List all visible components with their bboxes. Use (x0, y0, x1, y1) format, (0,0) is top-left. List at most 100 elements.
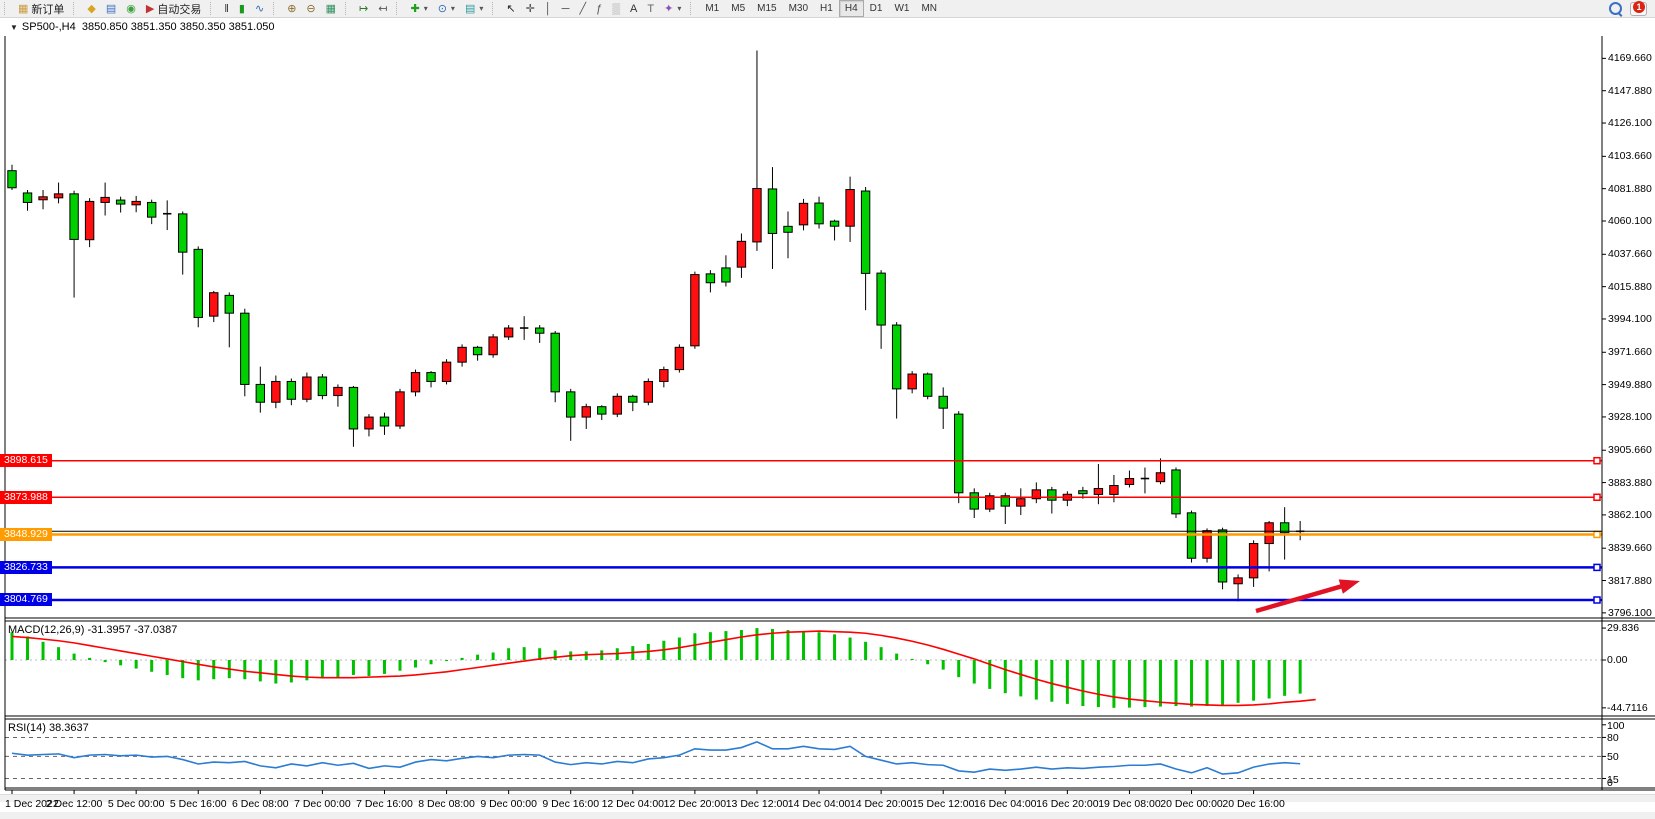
toolbar-button-label: 新订单 (31, 1, 64, 17)
trendline-icon: ╱ (579, 1, 586, 17)
chart-title: ▼ SP500-,H4 3850.850 3851.350 3850.350 38… (10, 21, 275, 33)
crosshair-icon[interactable]: ✛ (521, 0, 540, 18)
candlestick-chart-icon[interactable]: ▮ (234, 0, 250, 18)
candlestick-chart-icon: ▮ (239, 1, 245, 17)
fibonacci-icon[interactable]: ƒ (591, 0, 607, 18)
notification-badge: 1 (1633, 1, 1645, 13)
fibonacci-icon: ƒ (596, 1, 602, 17)
toolbar-button-label: 自动交易 (157, 1, 201, 17)
line-anchor-handle (5, 494, 11, 500)
new-order-icon: ▦ (18, 1, 28, 17)
text-label-icon[interactable]: T (642, 0, 659, 18)
navigator-icon[interactable]: ◉ (121, 0, 141, 18)
toolbar-group: ▦新订单 (13, 0, 69, 17)
toolbar-group: ✚▾⊙▾▤▾ (405, 0, 488, 17)
dropdown-arrow-icon[interactable]: ▾ (424, 4, 428, 13)
add-indicator-icon[interactable]: ✚▾ (405, 0, 432, 18)
toolbar-separator (345, 2, 351, 15)
timeframe-h1[interactable]: H1 (814, 0, 839, 17)
data-window-icon[interactable]: ▤ (101, 0, 121, 18)
dropdown-arrow-icon[interactable]: ▾ (479, 4, 483, 13)
toolbar-group: ↦↤ (354, 0, 392, 17)
line-anchor-handle (5, 531, 11, 537)
symbol-period-label: SP500-,H4 (22, 21, 76, 33)
chevron-down-icon[interactable]: ▼ (10, 23, 18, 32)
toolbar-separator (73, 2, 79, 15)
text-icon[interactable]: A (625, 0, 642, 18)
zoom-in-icon: ⊕ (287, 1, 296, 17)
line-anchor-handle (1594, 494, 1600, 500)
toolbar-separator (210, 2, 216, 15)
zoom-out-icon[interactable]: ⊖ (301, 0, 320, 18)
timeframe-d1[interactable]: D1 (864, 0, 889, 17)
template-icon: ▤ (465, 1, 475, 17)
toolbar-separator (273, 2, 279, 15)
mt4-window: ▦新订单◆▤◉▶自动交易‖▮∿⊕⊖▦↦↤✚▾⊙▾▤▾↖✛│─╱ƒ▒AT✦▾M1M… (0, 0, 1655, 819)
line-anchor-handle (5, 564, 11, 570)
timeframe-m15[interactable]: M15 (751, 0, 782, 17)
toolbar-group: ‖ ▮ ∿ (219, 0, 269, 17)
dropdown-arrow-icon[interactable]: ▾ (677, 4, 681, 13)
chart-shift-icon: ↤ (378, 1, 387, 17)
timeframe-m1[interactable]: M1 (699, 0, 725, 17)
timeframe-w1[interactable]: W1 (888, 0, 915, 17)
text-label-icon: T (647, 1, 654, 17)
notifications-icon[interactable]: 1 (1630, 2, 1647, 16)
charts-profile-icon: ◆ (87, 1, 95, 17)
timeframe-mn[interactable]: MN (915, 0, 943, 17)
line-anchor-handle (1594, 564, 1600, 570)
line-anchor-handle (1594, 531, 1600, 537)
line-chart-icon: ∿ (255, 1, 264, 17)
toolbar-group: ◆ ▤ ◉ ▶自动交易 (82, 0, 206, 17)
zoom-out-icon: ⊖ (306, 1, 315, 17)
tile-windows-icon[interactable]: ▦ (321, 0, 341, 18)
periods-clock-icon: ⊙ (438, 1, 447, 17)
zoom-in-icon[interactable]: ⊕ (282, 0, 301, 18)
bar-chart-icon: ‖ (224, 1, 229, 17)
toolbar-group: ↖ ✛ │ ─╱ ƒ ▒ AT ✦▾ (501, 0, 686, 17)
timeframe-m5[interactable]: M5 (725, 0, 751, 17)
timeframe-group: M1M5M15M30H1H4D1W1MN (699, 0, 943, 17)
vertical-line-icon: │ (545, 1, 552, 17)
template-icon[interactable]: ▤▾ (460, 0, 488, 18)
timeframe-m30[interactable]: M30 (783, 0, 814, 17)
auto-trading-button[interactable]: ▶自动交易 (141, 0, 206, 18)
toolbar: ▦新订单◆▤◉▶自动交易‖▮∿⊕⊖▦↦↤✚▾⊙▾▤▾↖✛│─╱ƒ▒AT✦▾M1M… (0, 0, 1655, 18)
auto-scroll-icon: ↦ (359, 1, 368, 17)
crosshair-icon: ✛ (526, 1, 535, 17)
auto-scroll-icon[interactable]: ↦ (354, 0, 373, 18)
toolbar-separator (492, 2, 498, 15)
toolbar-separator (4, 2, 10, 15)
grid-icon: ▒ (612, 1, 620, 17)
chart-canvas[interactable] (0, 18, 1655, 812)
search-icon[interactable] (1609, 2, 1622, 15)
line-anchor-handle (1594, 458, 1600, 464)
grid-icon[interactable]: ▒ (607, 0, 625, 18)
bar-chart-icon[interactable]: ‖ (219, 0, 234, 18)
timeframe-h4[interactable]: H4 (839, 0, 864, 17)
ohlc-readout: 3850.850 3851.350 3850.350 3851.050 (82, 21, 275, 33)
periods-clock-icon[interactable]: ⊙▾ (433, 0, 460, 18)
line-anchor-handle (1594, 597, 1600, 603)
data-window-icon: ▤ (106, 1, 116, 17)
line-chart-icon[interactable]: ∿ (250, 0, 269, 18)
annotation-arrow-head (1339, 579, 1360, 593)
vertical-line-icon[interactable]: │ (540, 0, 557, 18)
chart-shift-icon[interactable]: ↤ (373, 0, 392, 18)
horizontal-line-icon[interactable]: ─ (557, 0, 575, 18)
charts-profile-icon[interactable]: ◆ (82, 0, 100, 18)
toolbar-separator (396, 2, 402, 15)
trendline-icon[interactable]: ╱ (574, 0, 591, 18)
annotation-arrow (1256, 584, 1348, 611)
new-order-button[interactable]: ▦新订单 (13, 0, 69, 18)
arrows-tool-icon[interactable]: ✦▾ (659, 0, 686, 18)
tile-windows-icon: ▦ (326, 1, 336, 17)
chart-window[interactable]: ▼ SP500-,H4 3850.850 3851.350 3850.350 38… (0, 18, 1655, 812)
text-icon: A (630, 1, 637, 17)
line-anchor-handle (5, 458, 11, 464)
auto-trading-icon: ▶ (146, 1, 154, 17)
cursor-icon[interactable]: ↖ (501, 0, 520, 18)
dropdown-arrow-icon[interactable]: ▾ (451, 4, 455, 13)
navigator-icon: ◉ (126, 1, 136, 17)
line-anchor-handle (5, 597, 11, 603)
